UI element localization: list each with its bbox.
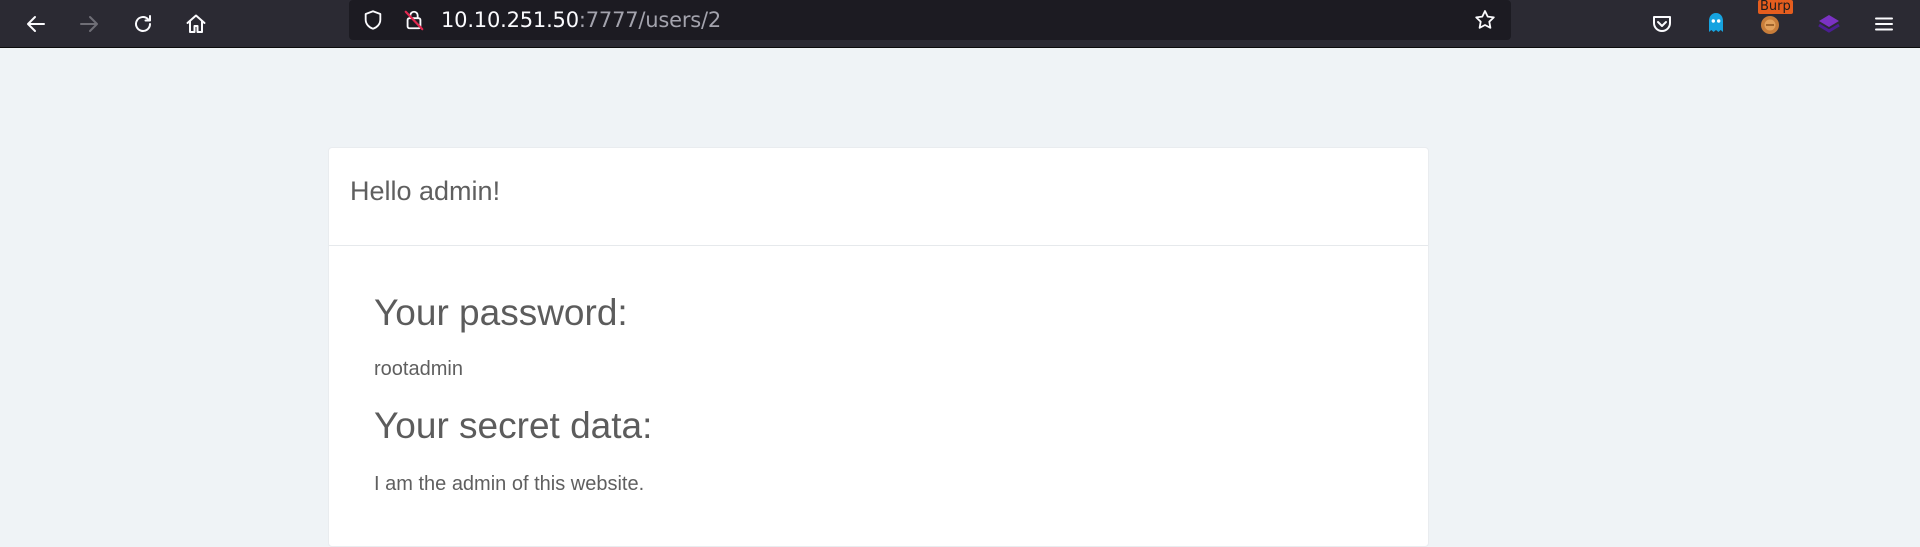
secret-value: I am the admin of this website. bbox=[374, 473, 645, 495]
address-bar[interactable]: 10.10.251.50:7777/users/2 bbox=[349, 0, 1511, 40]
shield-icon[interactable] bbox=[361, 8, 385, 32]
url-host: 10.10.251.50 bbox=[441, 8, 579, 32]
ghost-icon bbox=[1709, 13, 1723, 32]
insecure-lock-icon[interactable] bbox=[402, 8, 426, 32]
pocket-button[interactable] bbox=[1642, 4, 1682, 44]
burp-extension-icon bbox=[1761, 16, 1779, 34]
home-icon bbox=[186, 14, 206, 33]
arrow-right-icon bbox=[80, 16, 98, 32]
ghostery-button[interactable] bbox=[1696, 4, 1736, 44]
greeting-title: Hello admin! bbox=[350, 176, 501, 206]
forward-button[interactable] bbox=[69, 4, 109, 44]
hamburger-menu-icon bbox=[1875, 17, 1893, 31]
pocket-icon bbox=[1653, 16, 1671, 32]
app-menu-button[interactable] bbox=[1864, 4, 1904, 44]
burp-badge: Burp bbox=[1758, 0, 1793, 14]
star-icon[interactable] bbox=[1473, 8, 1497, 32]
home-button[interactable] bbox=[176, 4, 216, 44]
reload-icon bbox=[135, 15, 151, 32]
card-body: Your password: rootadmin Your secret dat… bbox=[329, 246, 1428, 496]
reload-button[interactable] bbox=[123, 4, 163, 44]
secret-heading: Your secret data: bbox=[374, 405, 653, 446]
password-value: rootadmin bbox=[374, 358, 463, 380]
browser-toolbar: 10.10.251.50:7777/users/2 Burp bbox=[0, 0, 1920, 48]
wappalyzer-button[interactable] bbox=[1809, 4, 1849, 44]
arrow-left-icon bbox=[27, 16, 45, 32]
password-heading: Your password: bbox=[374, 292, 628, 333]
card-header: Hello admin! bbox=[329, 148, 1428, 246]
user-card: Hello admin! Your password: rootadmin Yo… bbox=[328, 147, 1429, 547]
url-text[interactable]: 10.10.251.50:7777/users/2 bbox=[441, 0, 721, 40]
back-button[interactable] bbox=[16, 4, 56, 44]
url-path: :7777/users/2 bbox=[578, 8, 722, 32]
wappalyzer-icon bbox=[1818, 15, 1840, 33]
